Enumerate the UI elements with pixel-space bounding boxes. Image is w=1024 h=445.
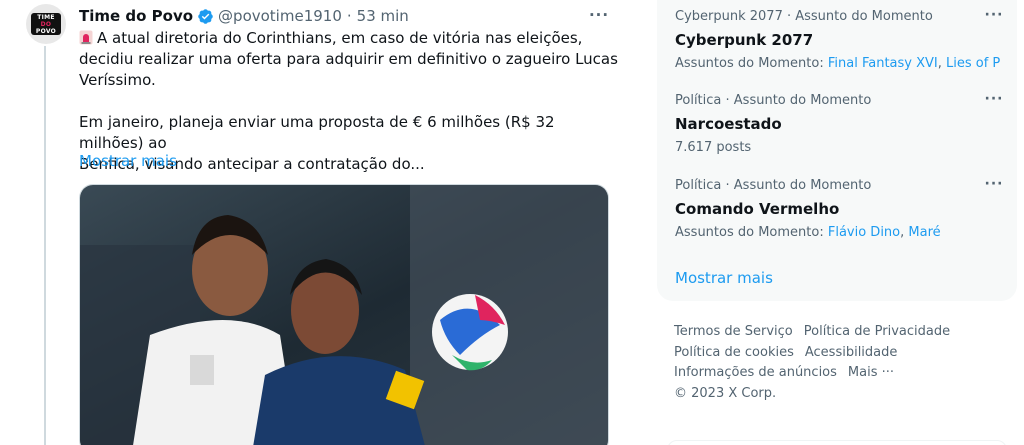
trend-related-link[interactable]: Flávio Dino: [828, 225, 900, 240]
footer-link-terms[interactable]: Termos de Serviço: [674, 324, 793, 339]
trends-panel: Cyberpunk 2077 · Assunto do Momento Cybe…: [657, 0, 1017, 301]
tweet-timestamp[interactable]: 53 min: [357, 7, 409, 25]
footer-copyright: © 2023 X Corp.: [674, 385, 777, 401]
avatar-logo-text: DO: [40, 20, 52, 28]
tweet-photo[interactable]: [79, 184, 609, 445]
avatar-logo-text: POVO: [35, 27, 57, 35]
tweet-header: Time do Povo @povotime1910 · 53 min: [79, 6, 409, 26]
author-name[interactable]: Time do Povo: [79, 7, 193, 25]
trend-meta: Cyberpunk 2077 · Assunto do Momento: [675, 9, 933, 24]
show-more-link[interactable]: Mostrar mais: [79, 151, 177, 172]
more-horizontal-icon[interactable]: ···: [983, 8, 1005, 25]
trend-item[interactable]: Política · Assunto do Momento Narcoestad…: [675, 92, 1005, 156]
verified-badge-icon: [198, 8, 213, 24]
trend-post-count: 7.617 posts: [675, 140, 752, 155]
more-horizontal-icon[interactable]: ···: [588, 6, 610, 24]
footer-link-cookies[interactable]: Política de cookies: [674, 345, 794, 360]
trend-related-separator: ,: [937, 56, 947, 71]
avatar-logo: TIME DO POVO: [31, 13, 61, 35]
avatar[interactable]: TIME DO POVO: [26, 4, 66, 44]
tweet[interactable]: TIME DO POVO Time do Povo @povotime1910 …: [0, 0, 628, 445]
trend-related-link[interactable]: Final Fantasy XVI: [828, 56, 938, 71]
footer-more-button[interactable]: Mais ···: [848, 365, 894, 380]
trend-meta: Política · Assunto do Momento: [675, 178, 872, 193]
trend-related: Assuntos do Momento: Final Fantasy XVI, …: [675, 56, 1005, 72]
trend-title: Narcoestado: [675, 115, 782, 133]
trend-meta: Política · Assunto do Momento: [675, 93, 872, 108]
trend-item[interactable]: Cyberpunk 2077 · Assunto do Momento Cybe…: [675, 8, 1005, 72]
separator-dot: ·: [346, 7, 352, 25]
footer-link-privacy[interactable]: Política de Privacidade: [804, 324, 950, 339]
author-handle[interactable]: @povotime1910: [218, 7, 342, 25]
footer-links: Termos de Serviço Política de Privacidade…: [674, 322, 1004, 404]
football-photo-illustration: [80, 185, 608, 445]
trend-related-link[interactable]: Maré: [908, 225, 940, 240]
next-panel-edge: [667, 440, 1007, 445]
tweet-text-p1: A atual diretoria do Corinthians, em cas…: [79, 29, 618, 89]
trend-title: Comando Vermelho: [675, 200, 840, 218]
trend-related-label: Assuntos do Momento:: [675, 225, 828, 240]
rotating-light-icon: [79, 30, 93, 45]
trend-title: Cyberpunk 2077: [675, 31, 814, 49]
footer-link-accessibility[interactable]: Acessibilidade: [805, 345, 898, 360]
avatar-logo-text: TIME: [37, 13, 55, 21]
trend-related: Assuntos do Momento: Flávio Dino, Maré: [675, 225, 1005, 241]
trend-related-link[interactable]: Lies of P: [946, 56, 1000, 71]
show-more-trends-link[interactable]: Mostrar mais: [675, 268, 773, 288]
trend-item[interactable]: Política · Assunto do Momento Comando Ve…: [675, 177, 1005, 241]
trend-related-label: Assuntos do Momento:: [675, 56, 828, 71]
footer-link-ads[interactable]: Informações de anúncios: [674, 365, 837, 380]
more-horizontal-icon[interactable]: ···: [983, 177, 1005, 194]
thread-line: [44, 46, 46, 445]
more-horizontal-icon[interactable]: ···: [983, 92, 1005, 109]
